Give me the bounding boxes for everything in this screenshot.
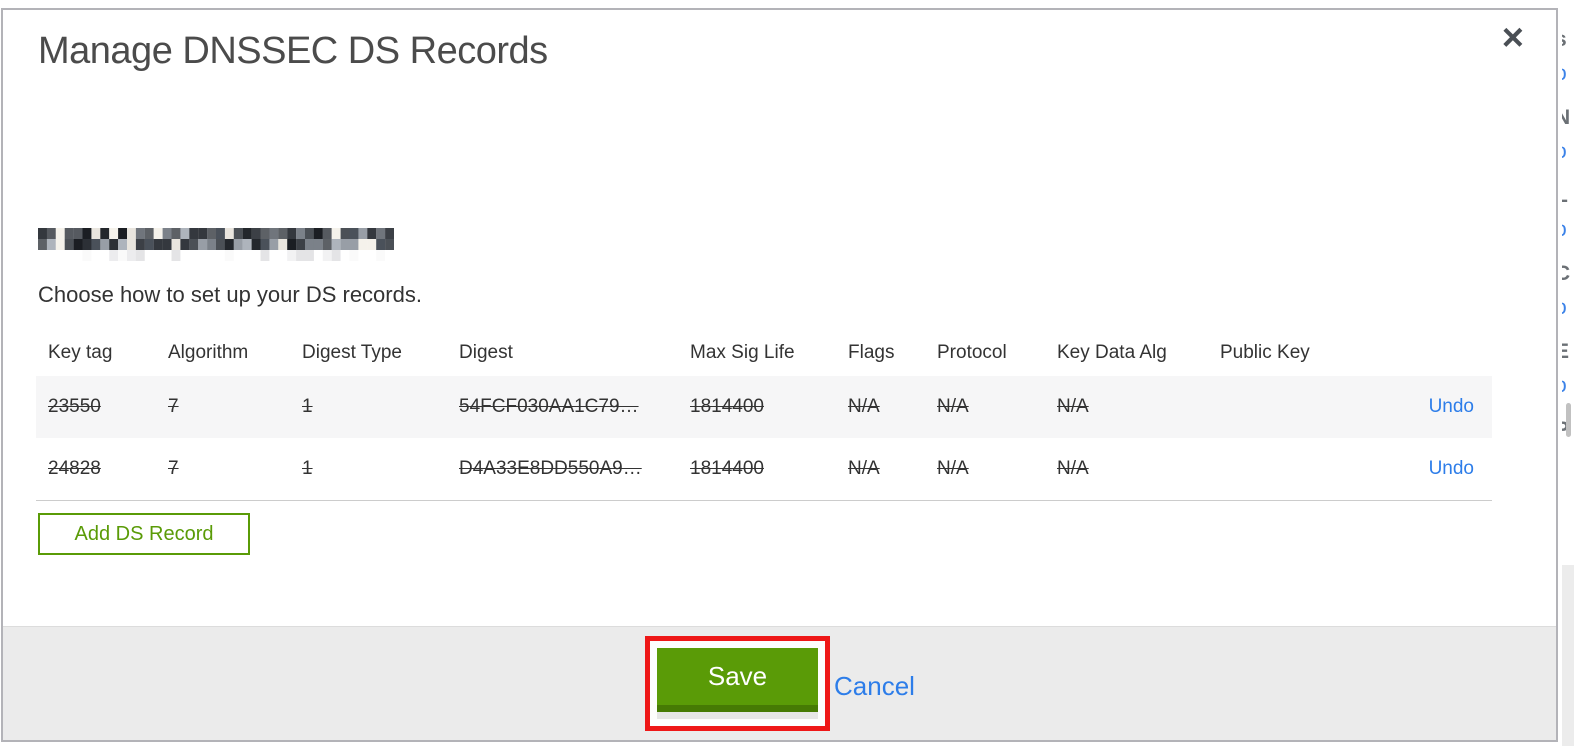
instruction-text: Choose how to set up your DS records.	[38, 282, 422, 307]
background-text-fragment: o	[1562, 296, 1567, 320]
action-cell: Undo	[1415, 438, 1492, 500]
cancel-link[interactable]: Cancel	[834, 668, 915, 704]
add-ds-record-button[interactable]: Add DS Record	[38, 513, 250, 555]
table-header-row: Key tag Algorithm Digest Type Digest Max Sig…	[36, 330, 1492, 376]
undo-link[interactable]: Undo	[1429, 396, 1474, 417]
table-cell: 7	[168, 396, 179, 417]
column-header-action	[1415, 330, 1492, 376]
background-text-fragment: L	[1562, 184, 1568, 208]
manage-dnssec-modal: Manage DNSSEC DS Records × Choose how to…	[1, 8, 1558, 742]
background-scrollbar-thumb[interactable]	[1566, 403, 1571, 437]
table-cell: 1	[302, 396, 313, 417]
table-cell: N/A	[848, 458, 880, 479]
redacted-domain-name	[38, 228, 394, 261]
column-header-max-sig-life: Max Sig Life	[690, 342, 795, 363]
page: Manage DNSSEC DS Records × Choose how to…	[0, 0, 1574, 746]
table-cell: N/A	[1057, 458, 1089, 479]
background-text-fragment: o	[1562, 62, 1567, 86]
action-cell: Undo	[1415, 376, 1492, 438]
background-text-fragment: C	[1562, 262, 1571, 285]
table-cell	[1208, 376, 1415, 438]
background-page-edge: soNoLoCoEoP|	[1562, 0, 1574, 746]
table-cell: 54FCF030AA1C79…	[459, 396, 639, 417]
background-text-fragment: o	[1562, 218, 1567, 242]
background-text-fragment: o	[1562, 374, 1567, 398]
ds-records-table: Key tag Algorithm Digest Type Digest Max Sig…	[36, 330, 1492, 501]
column-header-digest: Digest	[459, 342, 513, 363]
background-text-fragment: N	[1562, 106, 1571, 129]
table-cell: 1	[302, 458, 313, 479]
column-header-public-key: Public Key	[1220, 342, 1310, 363]
modal-title: Manage DNSSEC DS Records	[38, 30, 548, 72]
column-header-flags: Flags	[848, 342, 895, 363]
table-cell	[1208, 438, 1415, 500]
background-footer-strip	[1562, 565, 1574, 746]
table-cell: N/A	[937, 396, 969, 417]
table-row: 23550 7 1 54FCF030AA1C79… 1814400 N/A N/A N/A Un…	[36, 376, 1492, 438]
background-text-fragment: o	[1562, 140, 1567, 164]
table-cell: N/A	[848, 396, 880, 417]
table-cell: 1814400	[690, 458, 764, 479]
table-row: 24828 7 1 D4A33E8DD550A9… 1814400 N/A N/A N/A Un…	[36, 438, 1492, 501]
annotation-highlight-box: Save	[645, 636, 830, 731]
background-text-fragment: s	[1562, 28, 1567, 52]
save-button[interactable]: Save	[657, 648, 818, 712]
table-cell: 24828	[48, 458, 101, 479]
table-cell: D4A33E8DD550A9…	[459, 458, 642, 479]
column-header-key-tag: Key tag	[48, 342, 113, 363]
table-cell: 23550	[48, 396, 101, 417]
table-cell: N/A	[1057, 396, 1089, 417]
column-header-algorithm: Algorithm	[168, 342, 249, 363]
table-cell: 1814400	[690, 396, 764, 417]
table-cell: N/A	[937, 458, 969, 479]
column-header-key-data-alg: Key Data Alg	[1057, 342, 1167, 363]
undo-link[interactable]: Undo	[1429, 458, 1474, 479]
column-header-protocol: Protocol	[937, 342, 1007, 363]
column-header-digest-type: Digest Type	[302, 342, 402, 363]
background-text-fragment: E	[1562, 340, 1570, 363]
table-cell: 7	[168, 458, 179, 479]
close-icon[interactable]: ×	[1502, 18, 1524, 58]
